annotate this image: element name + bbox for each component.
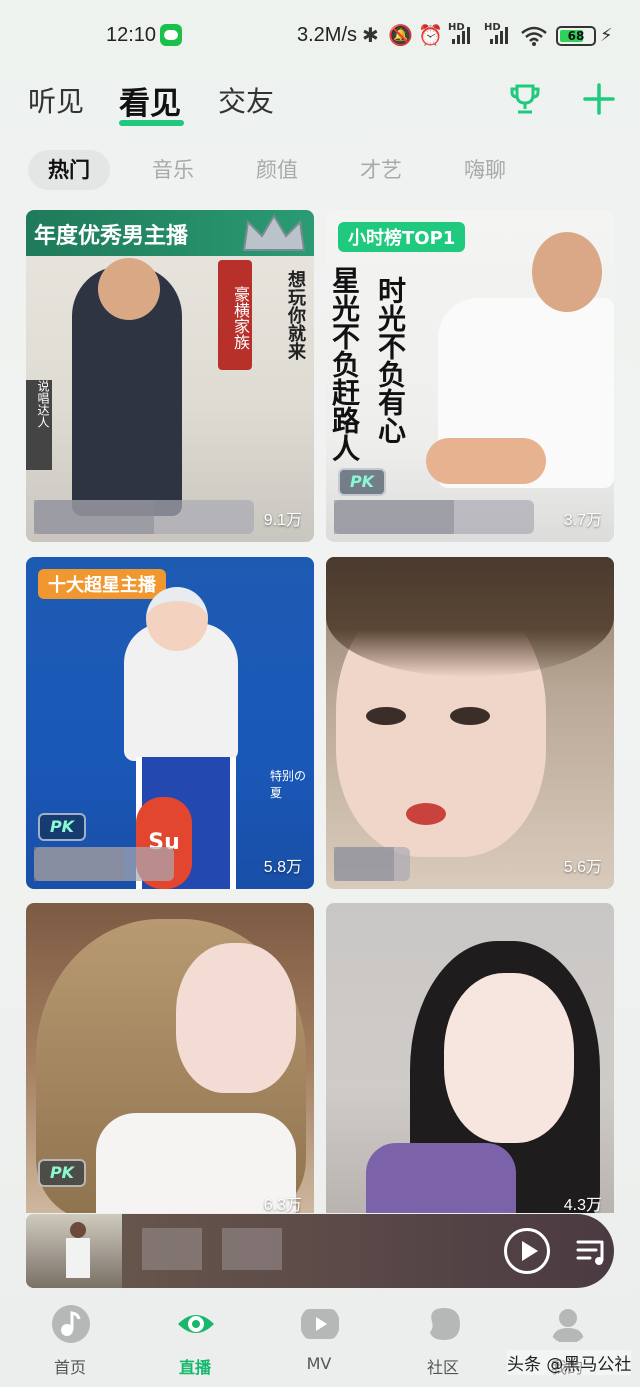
- streamer-eye-left: [366, 707, 406, 725]
- category-talent[interactable]: 才艺: [340, 150, 422, 190]
- live-card[interactable]: 4.3万: [326, 903, 614, 1213]
- charging-icon: ⚡: [600, 25, 613, 46]
- tab-watch[interactable]: 看见: [119, 78, 181, 123]
- category-looks[interactable]: 颜值: [236, 150, 318, 190]
- watermark: 头条 @黑马公社: [507, 1350, 632, 1375]
- live-card[interactable]: 年度优秀男主播 豪横家族 想玩你就来 说唱达人 9.1万: [26, 210, 314, 542]
- crown-icon: [242, 214, 306, 251]
- mute-bell-icon: 🔕: [388, 23, 413, 47]
- nav-home[interactable]: 首页: [25, 1300, 115, 1380]
- streamer-name-blurred: [334, 847, 410, 881]
- nav-community-label: 社区: [426, 1358, 459, 1377]
- eye-icon: [178, 1315, 214, 1333]
- player-thumbnail[interactable]: [26, 1214, 122, 1288]
- view-count: 5.6万: [563, 859, 602, 876]
- play-button[interactable]: [504, 1228, 550, 1274]
- category-hot[interactable]: 热门: [28, 150, 110, 190]
- card-tag: 十大超星主播: [38, 569, 166, 599]
- view-count: 4.3万: [563, 1197, 602, 1213]
- streamer-name-blurred: [334, 500, 534, 534]
- streamer-knee: [426, 438, 546, 484]
- player-title-blurred: [142, 1228, 202, 1270]
- streamer-eye-right: [450, 707, 490, 725]
- side-banner-1: 豪横家族: [218, 260, 252, 370]
- wechat-icon: [160, 24, 182, 46]
- bluetooth-icon: ✱: [362, 23, 379, 47]
- card-tag: 小时榜TOP1: [338, 222, 466, 252]
- streamer-name-blurred: [34, 500, 254, 534]
- profile-icon: [552, 1309, 584, 1342]
- active-tab-indicator: [119, 120, 184, 126]
- view-count: 3.7万: [563, 512, 602, 529]
- wifi-icon: [521, 26, 547, 46]
- signal-icon-2: [490, 26, 512, 44]
- alarm-icon: ⏰: [418, 23, 443, 47]
- nav-mv-label: MV: [306, 1354, 332, 1373]
- trophy-icon[interactable]: [508, 82, 542, 116]
- live-card[interactable]: 十大超星主播 Su 特别の夏 PK 5.8万: [26, 557, 314, 889]
- streamer-head: [98, 258, 160, 320]
- card-tag: 年度优秀男主播: [34, 224, 189, 249]
- nav-live-label: 直播: [178, 1358, 211, 1377]
- side-banner-2: 想玩你就来: [285, 270, 306, 360]
- pk-badge: PK: [338, 468, 386, 496]
- plus-icon[interactable]: [582, 82, 616, 116]
- music-note-icon: [52, 1305, 90, 1343]
- live-card[interactable]: PK 6.3万: [26, 903, 314, 1213]
- mini-player[interactable]: [26, 1214, 614, 1288]
- signal-icon: [452, 26, 474, 44]
- side-banner-3: 说唱达人: [26, 380, 52, 470]
- nav-community[interactable]: 社区: [398, 1300, 488, 1380]
- view-count: 6.3万: [263, 1197, 302, 1213]
- battery-level: 68: [567, 29, 585, 43]
- streamer-hair: [326, 557, 614, 677]
- pk-badge: PK: [38, 1159, 86, 1187]
- streamer-shirt: [366, 1143, 516, 1213]
- community-icon: [430, 1308, 460, 1340]
- video-play-icon: [301, 1309, 339, 1339]
- network-speed: 3.2M/s: [297, 24, 358, 46]
- streamer-head: [146, 587, 208, 651]
- nav-mv[interactable]: MV: [274, 1300, 364, 1380]
- live-card[interactable]: 小时榜TOP1 星光不负赶路人 时光不负有心 PK 3.7万: [326, 210, 614, 542]
- status-bar: 12:10 3.2M/s ✱ 🔕 ⏰ HD HD 68 ⚡: [0, 0, 640, 70]
- view-count: 9.1万: [263, 512, 302, 529]
- live-card[interactable]: 5.6万: [326, 557, 614, 889]
- streamer-head: [532, 232, 602, 312]
- tab-friends[interactable]: 交友: [218, 80, 274, 120]
- streamer-face: [176, 943, 296, 1093]
- pk-badge: PK: [38, 813, 86, 841]
- playlist-icon[interactable]: [574, 1234, 610, 1270]
- overlay-text: 特别の夏: [270, 769, 307, 800]
- view-count: 5.8万: [263, 859, 302, 876]
- category-music[interactable]: 音乐: [132, 150, 214, 190]
- nav-live[interactable]: 直播: [150, 1300, 240, 1380]
- streamer-name-blurred: [34, 847, 174, 881]
- tab-listen[interactable]: 听见: [28, 80, 84, 120]
- category-chat[interactable]: 嗨聊: [444, 150, 526, 190]
- poem-right: 时光不负有心: [374, 276, 407, 444]
- status-time: 12:10: [106, 24, 157, 46]
- nav-home-label: 首页: [53, 1358, 86, 1377]
- streamer-lips: [406, 803, 446, 825]
- streamer-face: [444, 973, 574, 1143]
- battery-icon: 68: [556, 26, 596, 46]
- poem-left: 星光不负赶路人: [328, 266, 361, 462]
- player-subtitle-blurred: [222, 1228, 282, 1270]
